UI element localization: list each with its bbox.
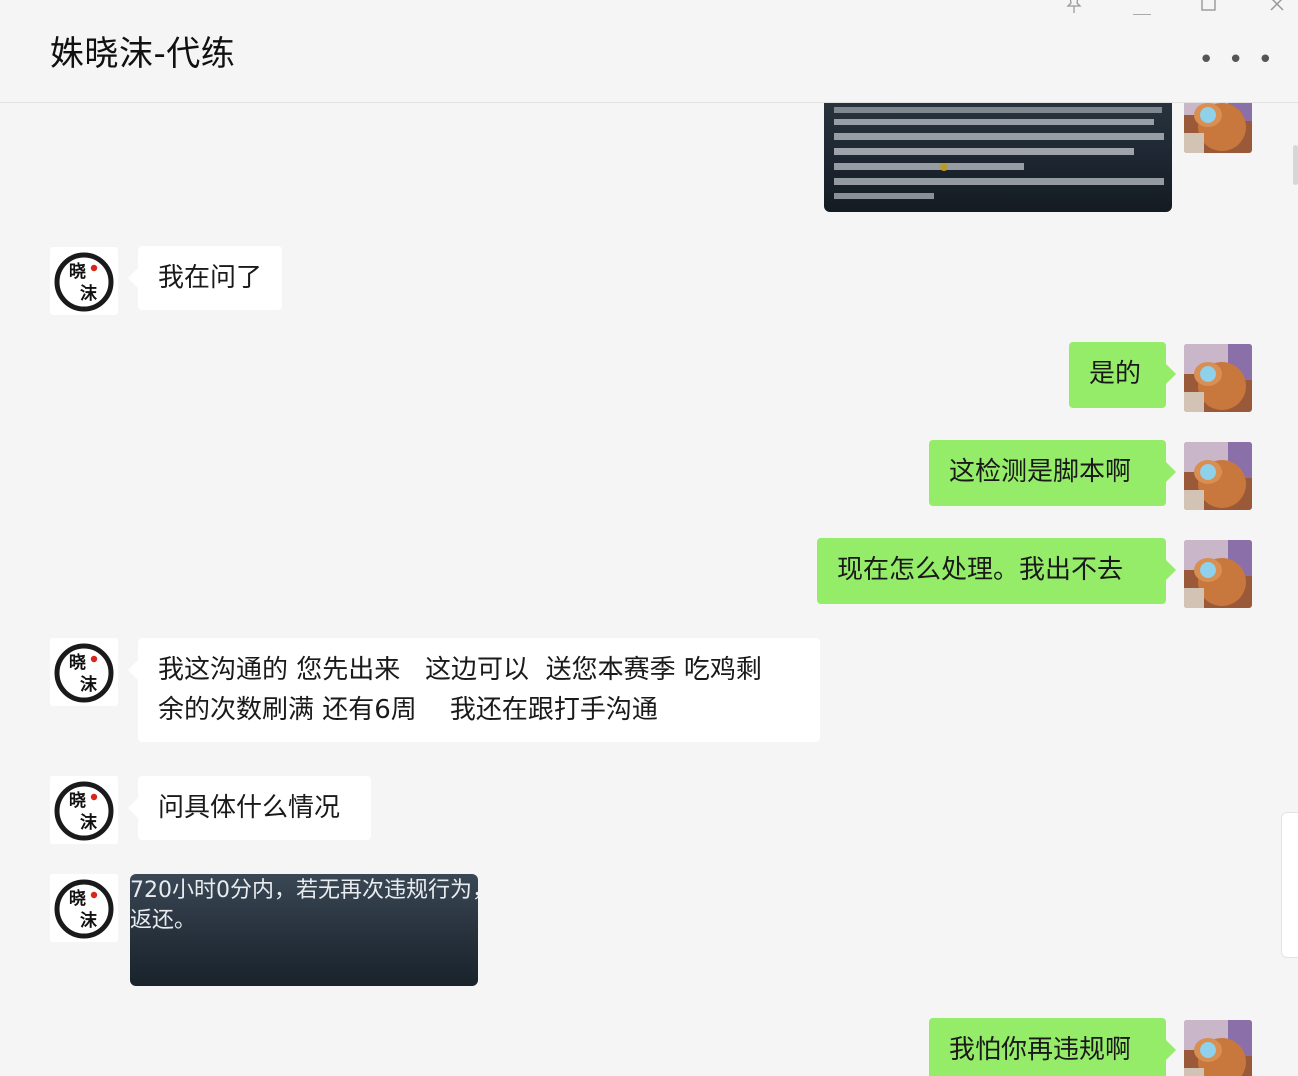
chat-message-list[interactable]: 晓 沫 我在问了 是的 这检测是脚本啊 现在怎么处理。我出不去 晓 沫 我这沟通… — [0, 103, 1298, 1076]
message-text: 这检测是脚本啊 — [949, 457, 1132, 487]
my-avatar[interactable] — [1184, 103, 1252, 153]
more-options-button[interactable]: • • • — [1198, 47, 1276, 73]
screenshot-text-lines — [834, 107, 1164, 199]
contact-avatar[interactable]: 晓 沫 — [50, 638, 118, 706]
scrollbar-thumb[interactable] — [1293, 145, 1298, 185]
incoming-message-bubble[interactable]: 我这沟通的 您先出来 这边可以 送您本赛季 吃鸡剩 余的次数刷满 还有6周 我还… — [128, 638, 820, 742]
outgoing-message-bubble[interactable]: 我怕你再违规啊 — [929, 1018, 1176, 1076]
outgoing-message-bubble[interactable]: 现在怎么处理。我出不去 — [817, 538, 1176, 604]
minimize-icon[interactable] — [1133, 2, 1151, 22]
contact-logo-glyph-bottom: 沫 — [80, 283, 98, 304]
message-text: 问具体什么情况 — [158, 793, 341, 823]
chat-header: 姝晓沫-代练 • • • — [0, 0, 1298, 103]
cat-avatar-icon — [1184, 344, 1252, 412]
contact-logo-glyph-top: 晓 — [69, 262, 86, 282]
image-message-screenshot[interactable]: 720小时0分内，若无再次违规行为， 返还。 — [130, 874, 478, 986]
image-message-screenshot[interactable] — [824, 103, 1172, 212]
my-avatar[interactable] — [1184, 1020, 1252, 1076]
close-icon[interactable] — [1269, 0, 1285, 17]
contact-avatar[interactable]: 晓 沫 — [50, 874, 118, 942]
message-text: 现在怎么处理。我出不去 — [837, 555, 1124, 585]
maximize-icon[interactable] — [1201, 0, 1217, 17]
contact-avatar[interactable]: 晓 沫 — [50, 776, 118, 844]
message-text: 我怕你再违规啊 — [949, 1035, 1132, 1065]
my-avatar[interactable] — [1184, 540, 1252, 608]
cat-avatar-icon — [1184, 1020, 1252, 1076]
message-text-line-2: 余的次数刷满 还有6周 我还在跟打手沟通 — [158, 695, 658, 725]
ink-circle-logo-icon: 晓 沫 — [50, 874, 118, 942]
incoming-message-bubble[interactable]: 问具体什么情况 — [128, 776, 371, 840]
my-avatar[interactable] — [1184, 442, 1252, 510]
contact-logo-glyph-bottom: 沫 — [80, 674, 98, 695]
outgoing-message-bubble[interactable]: 是的 — [1069, 342, 1176, 408]
image-text-line-1: 720小时0分内，若无再次违规行为， — [130, 878, 478, 903]
ink-circle-logo-icon: 晓 沫 — [50, 638, 118, 706]
contact-logo-glyph-top: 晓 — [69, 791, 86, 811]
cat-avatar-icon — [1184, 103, 1252, 153]
message-text: 是的 — [1089, 359, 1142, 389]
image-text-line-2: 返还。 — [130, 908, 197, 933]
contact-logo-glyph-top: 晓 — [69, 889, 86, 909]
contact-avatar[interactable]: 晓 沫 — [50, 247, 118, 315]
ink-circle-logo-icon: 晓 沫 — [50, 776, 118, 844]
ink-circle-logo-icon: 晓 沫 — [50, 247, 118, 315]
contact-logo-glyph-bottom: 沫 — [80, 910, 98, 931]
side-panel-tab[interactable] — [1281, 812, 1298, 958]
message-text-line-1: 我这沟通的 您先出来 这边可以 送您本赛季 吃鸡剩 — [158, 655, 762, 685]
cat-avatar-icon — [1184, 540, 1252, 608]
cat-avatar-icon — [1184, 442, 1252, 510]
outgoing-message-bubble[interactable]: 这检测是脚本啊 — [929, 440, 1176, 506]
my-avatar[interactable] — [1184, 344, 1252, 412]
pin-icon[interactable] — [1066, 0, 1082, 19]
message-text: 我在问了 — [158, 263, 263, 293]
chat-title[interactable]: 姝晓沫-代练 — [50, 26, 235, 75]
incoming-message-bubble[interactable]: 我在问了 — [127, 246, 283, 310]
contact-logo-glyph-top: 晓 — [69, 653, 86, 673]
contact-logo-glyph-bottom: 沫 — [80, 812, 98, 833]
